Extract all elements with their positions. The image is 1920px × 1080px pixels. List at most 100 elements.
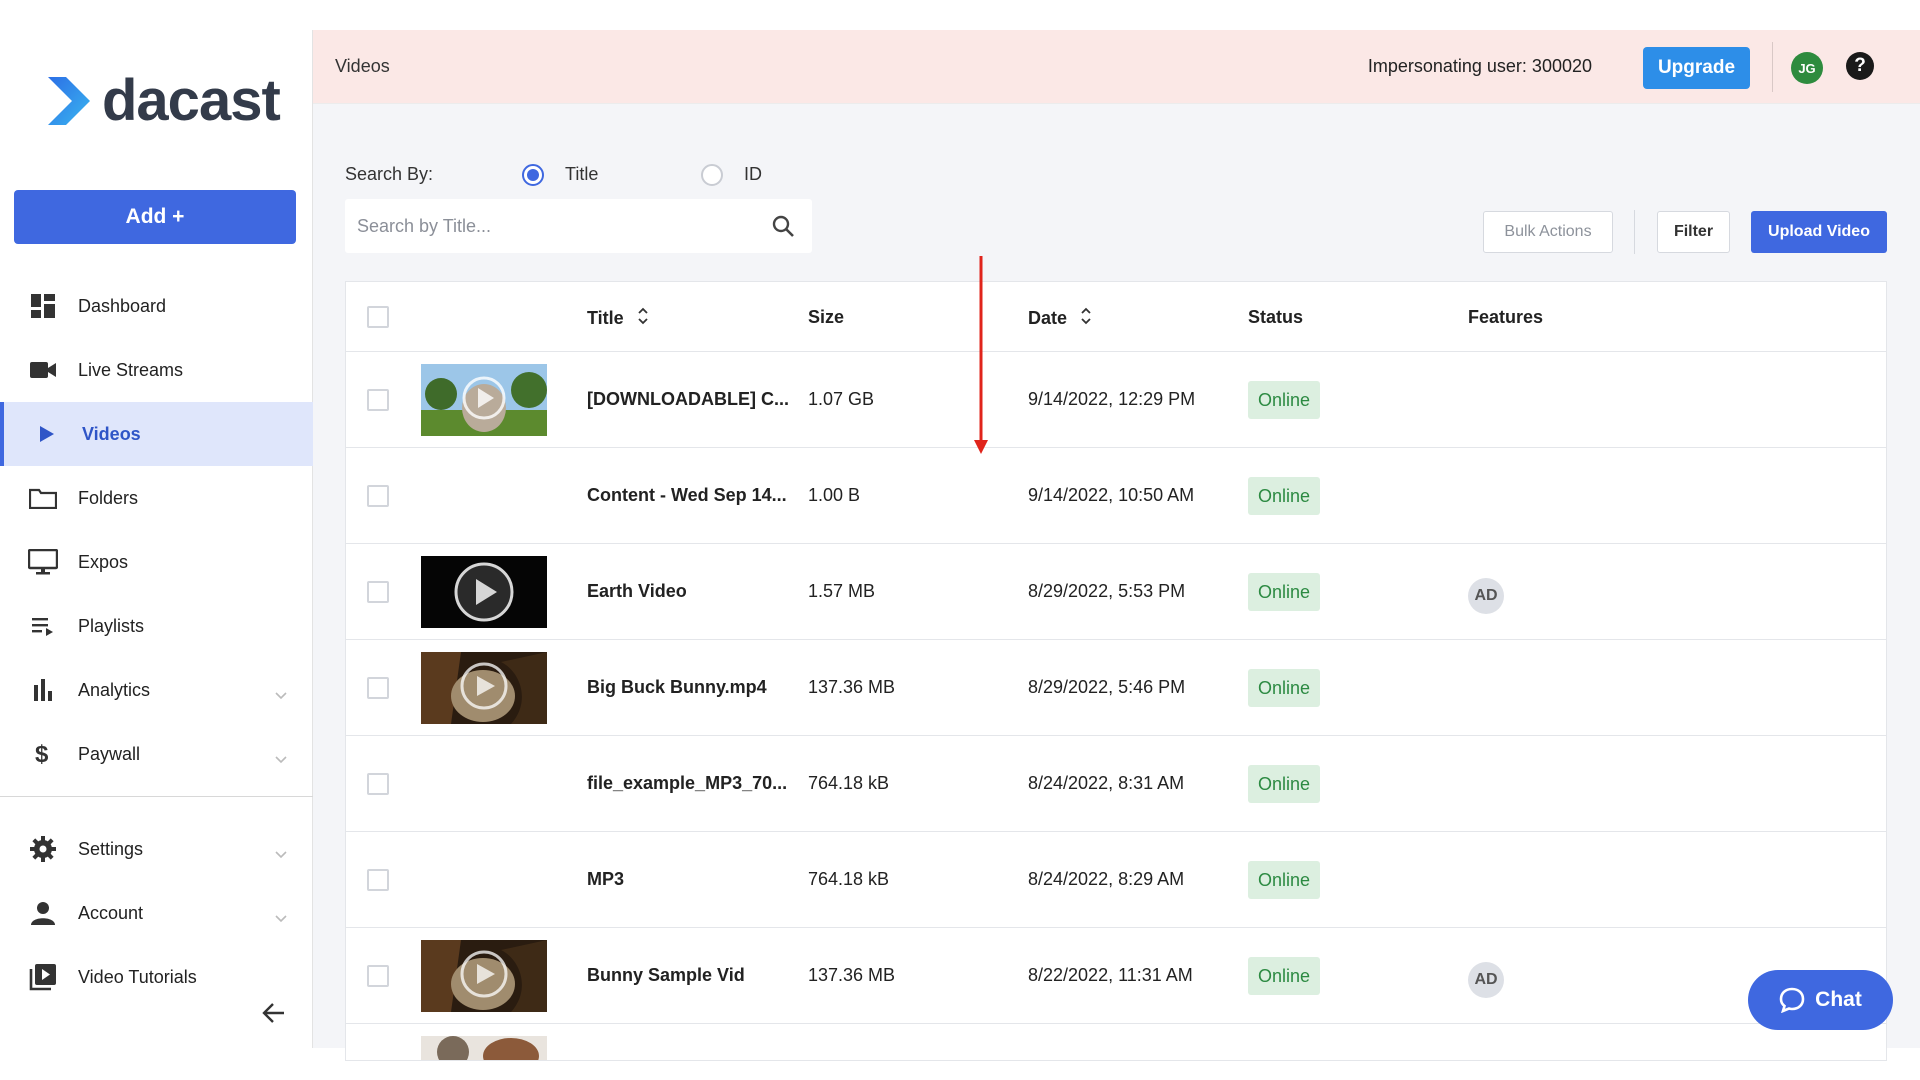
video-title[interactable]: [DOWNLOADABLE] C...	[587, 389, 789, 410]
bar-chart-icon	[28, 675, 58, 705]
row-checkbox[interactable]	[367, 389, 389, 411]
column-status: Status	[1248, 307, 1303, 328]
sidebar-item-label: Folders	[78, 487, 139, 508]
select-all-checkbox[interactable]	[367, 306, 389, 328]
chevron-down-icon[interactable]	[275, 907, 287, 928]
row-checkbox[interactable]	[367, 773, 389, 795]
row-checkbox[interactable]	[367, 965, 389, 987]
video-title[interactable]: Bunny Sample Vid	[587, 965, 745, 986]
sidebar-item-account[interactable]: Account	[0, 881, 313, 945]
sidebar-item-expos[interactable]: Expos	[0, 530, 313, 594]
status-badge: Online	[1248, 573, 1321, 611]
radio-id[interactable]	[701, 164, 723, 186]
collapse-sidebar-icon[interactable]	[262, 1002, 286, 1029]
table-row[interactable]	[346, 1024, 1886, 1060]
bulk-actions-button[interactable]: Bulk Actions	[1483, 211, 1613, 253]
sidebar-item-label: Analytics	[78, 679, 151, 700]
sidebar-item-playlists[interactable]: Playlists	[0, 594, 313, 658]
gear-icon	[28, 834, 58, 864]
sidebar-item-label: Dashboard	[78, 295, 167, 316]
video-size: 1.57 MB	[808, 581, 876, 601]
table-row[interactable]: Content - Wed Sep 14... 1.00 B 9/14/2022…	[346, 448, 1886, 544]
monitor-icon	[28, 547, 58, 577]
sidebar-item-analytics[interactable]: Analytics	[0, 658, 313, 722]
video-thumbnail[interactable]	[421, 1036, 547, 1060]
table-row[interactable]: MP3 764.18 kB 8/24/2022, 8:29 AM Online	[346, 832, 1886, 928]
person-icon	[28, 898, 58, 928]
chevron-down-icon[interactable]	[275, 748, 287, 769]
video-date: 8/24/2022, 8:31 AM	[1028, 773, 1185, 793]
sidebar-item-label: Video Tutorials	[78, 966, 197, 987]
column-title[interactable]: Title	[587, 307, 648, 330]
dollar-icon: $	[28, 739, 58, 769]
chevron-down-icon[interactable]	[275, 843, 287, 864]
video-size: 1.00 B	[808, 485, 861, 505]
video-date: 9/14/2022, 10:50 AM	[1028, 485, 1195, 505]
video-title[interactable]: Big Buck Bunny.mp4	[587, 677, 767, 698]
video-title[interactable]: Earth Video	[587, 581, 687, 602]
chevron-down-icon[interactable]	[275, 684, 287, 705]
table-row[interactable]: Earth Video 1.57 MB 8/29/2022, 5:53 PM O…	[346, 544, 1886, 640]
sort-icon[interactable]	[1081, 307, 1091, 330]
upload-video-button[interactable]: Upload Video	[1751, 211, 1887, 253]
column-size: Size	[808, 307, 844, 328]
sidebar-item-paywall[interactable]: $ Paywall	[0, 722, 313, 786]
sort-icon[interactable]	[638, 307, 648, 330]
video-title[interactable]: Content - Wed Sep 14...	[587, 485, 787, 506]
row-checkbox[interactable]	[367, 581, 389, 603]
table-row[interactable]: [DOWNLOADABLE] C... 1.07 GB 9/14/2022, 1…	[346, 352, 1886, 448]
row-checkbox[interactable]	[367, 677, 389, 699]
video-title[interactable]: file_example_MP3_70...	[587, 773, 787, 794]
table-row[interactable]: Bunny Sample Vid 137.36 MB 8/22/2022, 11…	[346, 928, 1886, 1024]
column-date[interactable]: Date	[1028, 307, 1091, 330]
help-icon[interactable]: ?	[1846, 52, 1874, 80]
status-badge: Online	[1248, 381, 1321, 419]
sidebar-item-settings[interactable]: Settings	[0, 817, 313, 881]
sidebar-item-videos[interactable]: Videos	[0, 402, 313, 466]
video-date: 8/29/2022, 5:46 PM	[1028, 677, 1186, 697]
table-row[interactable]: Big Buck Bunny.mp4 137.36 MB 8/29/2022, …	[346, 640, 1886, 736]
video-thumbnail[interactable]	[421, 940, 547, 1012]
video-date: 8/22/2022, 11:31 AM	[1028, 965, 1193, 985]
play-icon	[32, 419, 62, 449]
search-input[interactable]	[345, 199, 765, 253]
avatar[interactable]: JG	[1791, 52, 1823, 84]
sidebar-item-label: Live Streams	[78, 359, 184, 380]
video-size: 764.18 kB	[808, 869, 890, 889]
sidebar-item-folders[interactable]: Folders	[0, 466, 313, 530]
sidebar-item-live-streams[interactable]: Live Streams	[0, 338, 313, 402]
column-features-label: Features	[1468, 307, 1544, 327]
sidebar-nav: Dashboard Live Streams Videos Folders Ex…	[0, 274, 313, 1009]
status-badge: Online	[1248, 477, 1321, 515]
radio-id-label: ID	[744, 164, 762, 184]
video-size: 137.36 MB	[808, 677, 896, 697]
column-features: Features	[1468, 307, 1543, 328]
status-badge: Online	[1248, 861, 1321, 899]
sidebar-item-video-tutorials[interactable]: Video Tutorials	[0, 945, 313, 1009]
dacast-logo[interactable]: dacast	[46, 72, 281, 130]
video-thumbnail[interactable]	[421, 652, 547, 724]
video-date: 8/24/2022, 8:29 AM	[1028, 869, 1185, 889]
row-checkbox[interactable]	[367, 869, 389, 891]
chat-button[interactable]: Chat	[1748, 970, 1893, 1030]
sidebar-item-label: Paywall	[78, 743, 141, 764]
video-size: 764.18 kB	[808, 773, 890, 793]
column-title-label: Title	[587, 308, 624, 328]
video-title[interactable]: MP3	[587, 869, 624, 890]
impersonation-text: Impersonating user: 300020	[1367, 56, 1592, 76]
add-button[interactable]: Add +	[14, 190, 296, 244]
table-row[interactable]: file_example_MP3_70... 764.18 kB 8/24/20…	[346, 736, 1886, 832]
playlist-icon	[28, 611, 58, 641]
upgrade-button[interactable]: Upgrade	[1643, 47, 1750, 89]
video-thumbnail[interactable]	[421, 364, 547, 436]
sidebar-item-dashboard[interactable]: Dashboard	[0, 274, 313, 338]
filter-button[interactable]: Filter	[1657, 211, 1730, 253]
radio-title[interactable]	[522, 164, 544, 186]
search-icon[interactable]	[772, 215, 794, 242]
radio-title-label: Title	[565, 164, 599, 184]
row-checkbox[interactable]	[367, 485, 389, 507]
sidebar-item-label: Playlists	[78, 615, 145, 636]
camera-icon	[28, 355, 58, 385]
video-thumbnail[interactable]	[421, 556, 547, 628]
ad-feature-badge: AD	[1468, 578, 1504, 614]
